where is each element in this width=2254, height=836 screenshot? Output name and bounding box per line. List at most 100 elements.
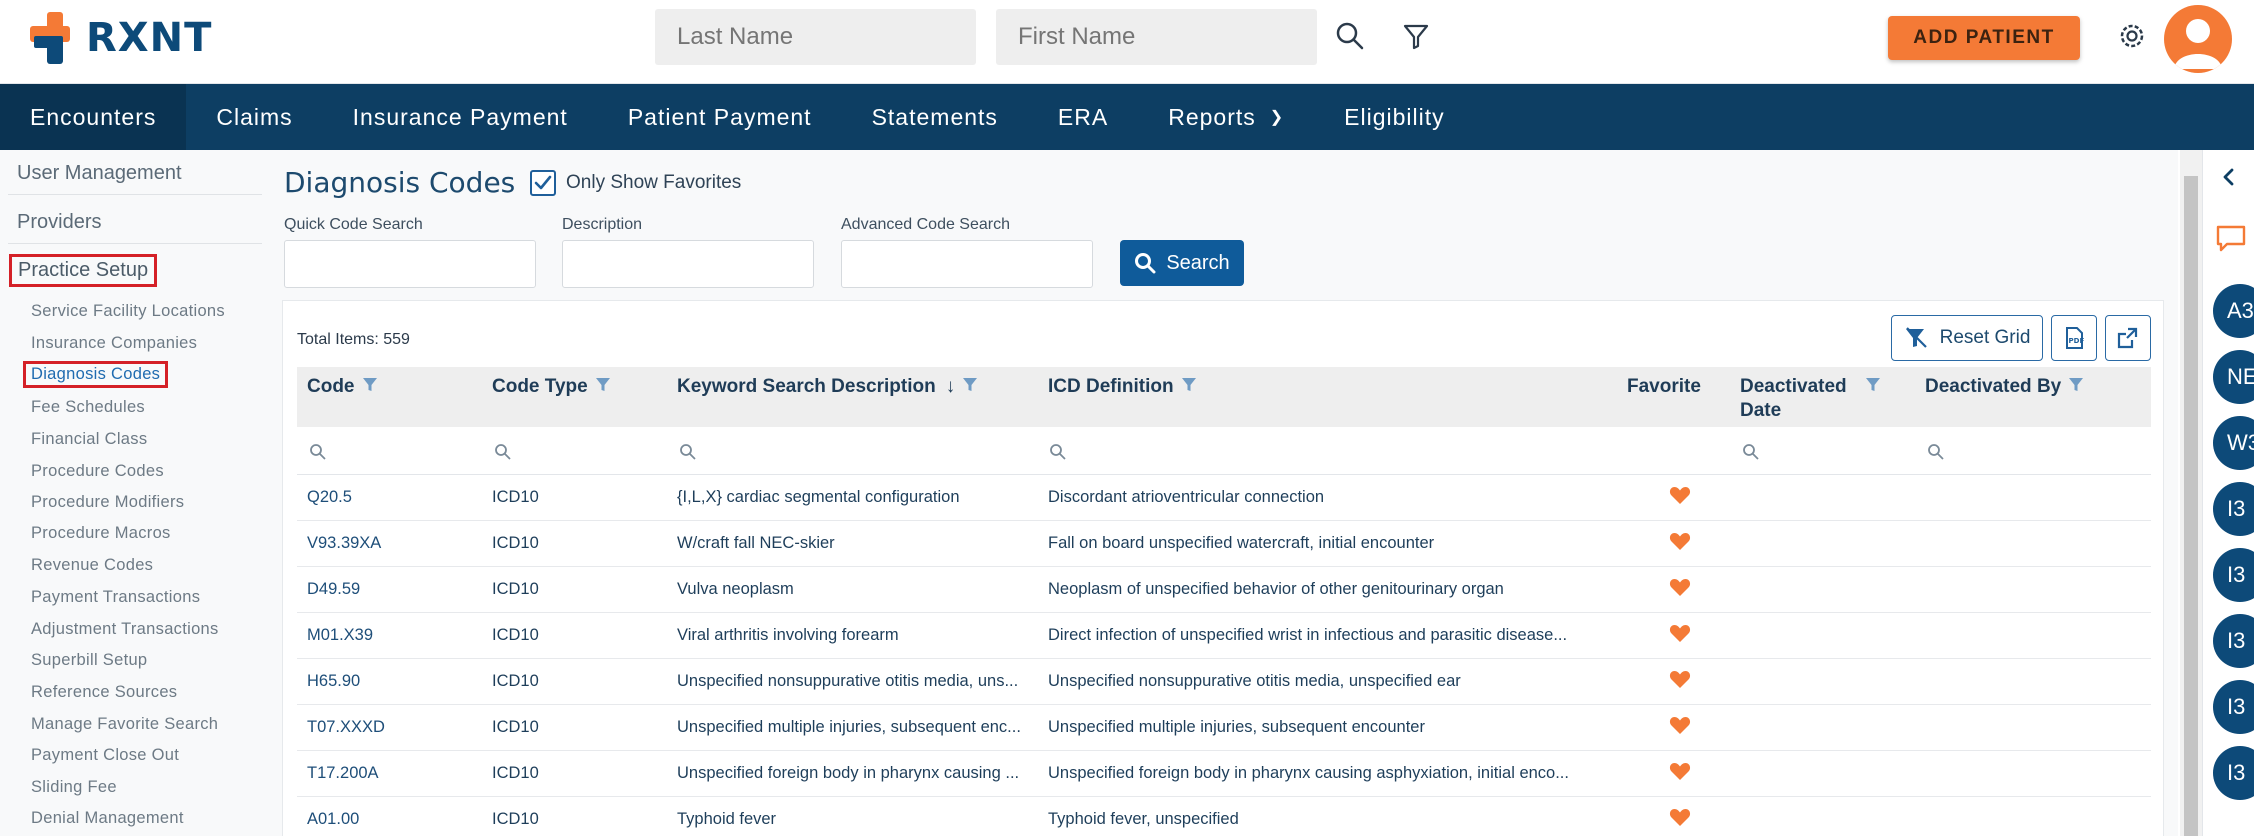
column-header-icd-definition[interactable]: ICD Definition: [1048, 375, 1198, 399]
sidebar-subitem-fee-schedules[interactable]: Fee Schedules: [31, 398, 145, 417]
sidebar-subitem-insurance-companies[interactable]: Insurance Companies: [31, 334, 197, 353]
column-header-code[interactable]: Code: [307, 375, 379, 399]
recent-patient-badge[interactable]: I3: [2213, 614, 2254, 668]
chat-icon[interactable]: [2215, 224, 2247, 259]
column-header-keyword[interactable]: Keyword Search Description ↓: [677, 375, 979, 399]
sidebar-subitem-adjustment-transactions[interactable]: Adjustment Transactions: [31, 620, 219, 639]
scrollbar-thumb[interactable]: [2184, 176, 2198, 836]
cell-code: V93.39XA: [307, 534, 382, 552]
grid-header: Code Code Type Keyword Search Descriptio…: [297, 367, 2151, 427]
table-row[interactable]: D49.59 ICD10 Vulva neoplasm Neoplasm of …: [297, 567, 2151, 613]
sidebar-subitem-revenue-codes[interactable]: Revenue Codes: [31, 556, 153, 575]
export-pdf-button[interactable]: PDF: [2051, 315, 2097, 361]
filter-search-icon[interactable]: [1742, 443, 1760, 461]
sidebar-item-practice-setup[interactable]: Practice Setup: [9, 254, 158, 287]
heart-icon[interactable]: [1669, 485, 1691, 505]
nav-eligibility[interactable]: Eligibility: [1314, 84, 1474, 150]
recent-patient-badge[interactable]: I3: [2213, 680, 2254, 734]
add-patient-button[interactable]: ADD PATIENT: [1888, 16, 2080, 60]
sidebar-subitem-payment-close-out[interactable]: Payment Close Out: [31, 746, 179, 765]
quick-code-label: Quick Code Search: [284, 216, 423, 233]
sidebar-subitem-service-facility-locations[interactable]: Service Facility Locations: [31, 302, 225, 321]
sidebar-subitem-procedure-macros[interactable]: Procedure Macros: [31, 524, 171, 543]
user-avatar[interactable]: [2164, 5, 2232, 73]
filter-search-icon[interactable]: [1927, 443, 1945, 461]
column-label: Deactivated Date: [1740, 376, 1847, 421]
cell-code: M01.X39: [307, 626, 374, 644]
description-input[interactable]: [562, 240, 814, 288]
filter-search-icon[interactable]: [679, 443, 697, 461]
recent-patient-badge[interactable]: W3: [2213, 416, 2254, 470]
filter-icon[interactable]: [1398, 18, 1434, 54]
column-header-favorite[interactable]: Favorite: [1627, 375, 1701, 399]
column-header-deactivated-by[interactable]: Deactivated By: [1925, 375, 2085, 399]
collapse-chevron-icon[interactable]: [2221, 168, 2237, 191]
advanced-code-input[interactable]: [841, 240, 1093, 288]
heart-icon[interactable]: [1669, 669, 1691, 689]
recent-patient-badge[interactable]: I3: [2213, 746, 2254, 800]
heart-icon[interactable]: [1669, 531, 1691, 551]
nav-patient-payment[interactable]: Patient Payment: [598, 84, 842, 150]
heart-icon[interactable]: [1669, 623, 1691, 643]
cell-code-type: ICD10: [492, 810, 539, 828]
filter-search-icon[interactable]: [309, 443, 327, 461]
table-row[interactable]: Q20.5 ICD10 {I,L,X} cardiac segmental co…: [297, 475, 2151, 521]
nav-insurance-payment[interactable]: Insurance Payment: [323, 84, 598, 150]
sidebar-subitem-procedure-codes[interactable]: Procedure Codes: [31, 462, 164, 481]
nav-statements[interactable]: Statements: [842, 84, 1028, 150]
filter-search-icon[interactable]: [1049, 443, 1067, 461]
sidebar-item-providers[interactable]: Providers: [17, 211, 101, 234]
nav-reports[interactable]: Reports ❯: [1138, 84, 1314, 150]
table-row[interactable]: T17.200A ICD10 Unspecified foreign body …: [297, 751, 2151, 797]
recent-patient-badge[interactable]: NE: [2213, 350, 2254, 404]
recent-patient-badge[interactable]: I3: [2213, 548, 2254, 602]
recent-patient-badge[interactable]: A3: [2213, 284, 2254, 338]
rxnt-logo[interactable]: RXNT: [30, 12, 212, 64]
sidebar-item-user-management[interactable]: User Management: [17, 162, 182, 185]
sidebar-subitem-diagnosis-codes[interactable]: Diagnosis Codes: [23, 361, 169, 388]
recent-patient-badge[interactable]: I3: [2213, 482, 2254, 536]
table-row[interactable]: H65.90 ICD10 Unspecified nonsuppurative …: [297, 659, 2151, 705]
search-button[interactable]: Search: [1120, 240, 1244, 286]
sidebar-subitem-sliding-fee[interactable]: Sliding Fee: [31, 778, 117, 797]
sidebar-subitem-denial-management[interactable]: Denial Management: [31, 809, 184, 828]
advanced-code-label: Advanced Code Search: [841, 216, 1010, 233]
reset-grid-button[interactable]: Reset Grid: [1891, 315, 2043, 361]
table-row[interactable]: A01.00 ICD10 Typhoid fever Typhoid fever…: [297, 797, 2151, 836]
export-button[interactable]: [2105, 315, 2151, 361]
nav-claims[interactable]: Claims: [186, 84, 322, 150]
cell-code: Q20.5: [307, 488, 352, 506]
column-filter-icon: [1866, 378, 1880, 391]
cell-code: D49.59: [307, 580, 361, 598]
heart-icon[interactable]: [1669, 577, 1691, 597]
sidebar-subitem-procedure-modifiers[interactable]: Procedure Modifiers: [31, 493, 184, 512]
table-row[interactable]: T07.XXXD ICD10 Unspecified multiple inju…: [297, 705, 2151, 751]
column-header-code-type[interactable]: Code Type: [492, 375, 612, 399]
last-name-input[interactable]: [655, 9, 976, 65]
first-name-input[interactable]: [996, 9, 1317, 65]
table-row[interactable]: M01.X39 ICD10 Viral arthritis involving …: [297, 613, 2151, 659]
cell-code: H65.90: [307, 672, 361, 690]
heart-icon[interactable]: [1669, 761, 1691, 781]
description-label: Description: [562, 216, 643, 233]
sidebar-subitem-payment-transactions[interactable]: Payment Transactions: [31, 588, 200, 607]
nav-era[interactable]: ERA: [1028, 84, 1138, 150]
heart-icon[interactable]: [1669, 807, 1691, 827]
patient-search-icon[interactable]: [1332, 18, 1368, 54]
column-label: Deactivated By: [1925, 376, 2062, 397]
nav-encounters[interactable]: Encounters: [0, 84, 187, 150]
column-header-deactivated-date[interactable]: Deactivated Date: [1740, 375, 1890, 423]
table-row[interactable]: V93.39XA ICD10 W/craft fall NEC-skier Fa…: [297, 521, 2151, 567]
sidebar-subitem-reference-sources[interactable]: Reference Sources: [31, 683, 177, 702]
logo-cross-icon: [30, 12, 82, 64]
heart-icon[interactable]: [1669, 715, 1691, 735]
sidebar-subitem-financial-class[interactable]: Financial Class: [31, 430, 147, 449]
nav-label: Insurance Payment: [352, 103, 568, 130]
sidebar-subitem-superbill-setup[interactable]: Superbill Setup: [31, 651, 147, 670]
only-favorites-checkbox[interactable]: [530, 170, 556, 196]
filter-search-icon[interactable]: [494, 443, 512, 461]
sidebar-subitem-manage-favorite-search[interactable]: Manage Favorite Search: [31, 715, 218, 734]
quick-code-input[interactable]: [284, 240, 536, 288]
gear-icon[interactable]: [2114, 18, 2150, 54]
cell-keyword: Typhoid fever: [677, 810, 777, 828]
